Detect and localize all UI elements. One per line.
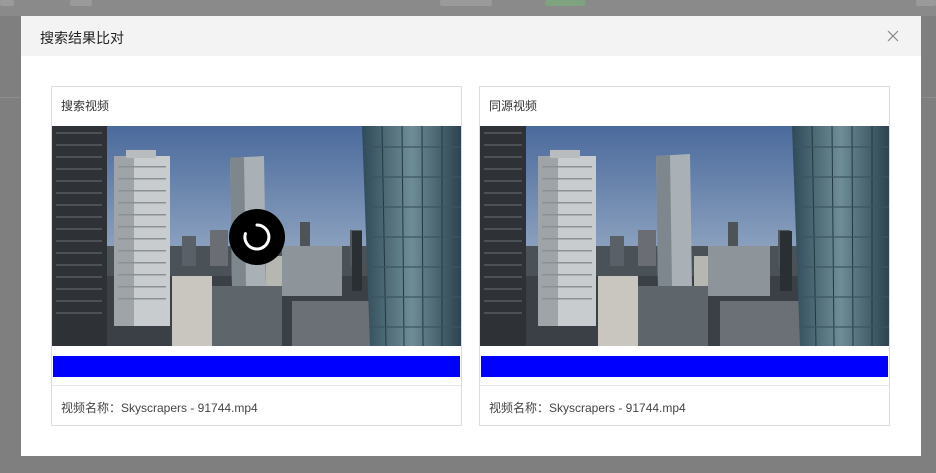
progress-fill	[481, 356, 888, 377]
search-video-panel: 搜索视频 视频名称：Skyscrapers - 91744.mp4	[51, 86, 462, 426]
source-video-panel: 同源视频 视频名称：Skyscrapers - 91744.mp4	[479, 86, 890, 426]
video-name-caption: 视频名称：Skyscrapers - 91744.mp4	[489, 401, 686, 415]
dialog-title: 搜索结果比对	[40, 30, 124, 46]
background-divider	[0, 97, 21, 98]
panel-title: 搜索视频	[61, 99, 110, 113]
loading-spinner-icon	[229, 209, 285, 265]
video-progress-bar[interactable]	[52, 346, 461, 386]
video-player[interactable]	[52, 126, 461, 346]
background-divider	[921, 97, 936, 98]
dialog-header: 搜索结果比对	[21, 16, 921, 56]
compare-dialog: 搜索结果比对 搜索视频 视频名称：Skyscrapers - 91744.mp4…	[21, 16, 921, 456]
background-page	[0, 0, 936, 16]
video-progress-bar[interactable]	[480, 346, 889, 386]
video-player[interactable]	[480, 126, 889, 346]
close-icon[interactable]	[887, 30, 899, 42]
progress-fill	[53, 356, 460, 377]
panel-title: 同源视频	[489, 99, 538, 113]
video-name-caption: 视频名称：Skyscrapers - 91744.mp4	[61, 401, 258, 415]
